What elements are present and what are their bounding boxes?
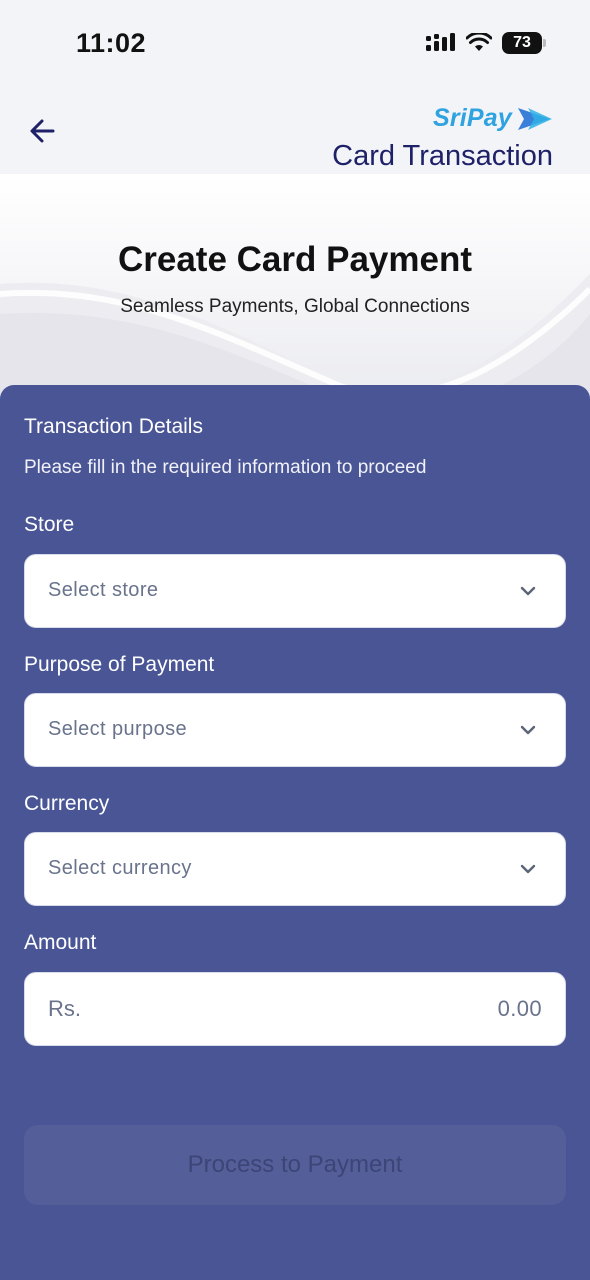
purpose-label: Purpose of Payment: [24, 653, 215, 676]
chevron-down-icon: [520, 586, 536, 596]
amount-value[interactable]: 0.00: [498, 996, 542, 1022]
chevron-down-icon: [520, 864, 536, 874]
brand-name: SriPay: [432, 104, 512, 132]
amount-input[interactable]: Rs. 0.00: [24, 972, 566, 1046]
store-label: Store: [24, 513, 75, 536]
battery-icon: 73: [502, 32, 546, 54]
wave-decoration: [0, 274, 590, 414]
hero-banner: Create Card Payment Seamless Payments, G…: [0, 174, 590, 414]
section-title: Transaction Details: [24, 415, 203, 438]
store-select[interactable]: Select store: [24, 554, 566, 628]
app-header: SriPay Card Transaction: [0, 90, 590, 174]
purpose-placeholder: Select purpose: [48, 718, 188, 740]
hero-subtitle: Seamless Payments, Global Connections: [120, 296, 470, 317]
currency-placeholder: Select currency: [48, 857, 192, 879]
transaction-form: Transaction Details Please fill in the r…: [0, 385, 590, 1280]
status-icons: 73: [426, 32, 546, 54]
chevron-down-icon: [520, 725, 536, 735]
currency-label: Currency: [24, 792, 110, 815]
battery-level: 73: [513, 34, 531, 51]
amount-label: Amount: [24, 931, 97, 954]
signal-icon: [426, 33, 455, 51]
sripay-logo: SriPay: [433, 104, 554, 133]
process-payment-button[interactable]: Process to Payment: [24, 1125, 566, 1205]
brand-arrow-icon: [518, 107, 552, 130]
currency-prefix: Rs.: [48, 996, 81, 1021]
store-placeholder: Select store: [48, 579, 159, 601]
status-time: 11:02: [76, 28, 147, 58]
section-subtitle: Please fill in the required information …: [24, 457, 427, 478]
status-bar: 11:02 73: [0, 0, 590, 90]
arrow-left-icon: [30, 119, 55, 143]
wifi-icon: [466, 33, 492, 51]
hero-title: Create Card Payment: [117, 240, 473, 279]
currency-select[interactable]: Select currency: [24, 832, 566, 906]
back-button[interactable]: [26, 116, 60, 146]
page-title: Card Transaction: [332, 140, 553, 172]
purpose-select[interactable]: Select purpose: [24, 693, 566, 767]
